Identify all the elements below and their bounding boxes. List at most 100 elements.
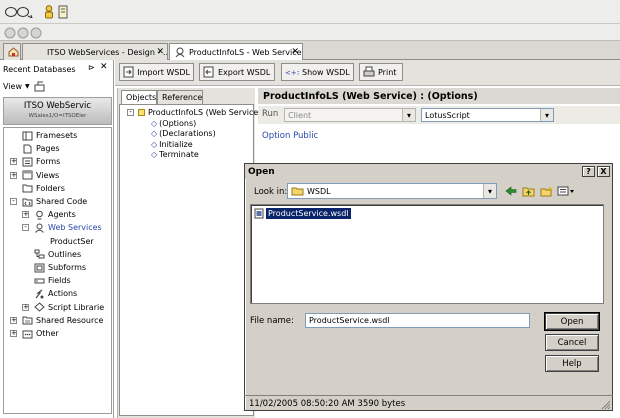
object-tree-item[interactable]: ◇ Initialize <box>151 139 193 150</box>
nav-item-label: Outlines <box>48 249 82 259</box>
run-label: Run <box>262 109 279 119</box>
dialog-close-button[interactable]: X <box>597 166 610 177</box>
nav-item[interactable]: + Agents <box>22 208 76 221</box>
button-label: Show WSDL <box>302 67 350 77</box>
collapse-icon[interactable]: - <box>22 224 29 232</box>
button-label: Import WSDL <box>137 67 190 77</box>
show-wsdl-button[interactable]: <+> Show WSDL <box>281 63 354 81</box>
file-item[interactable]: ProductService.wsdl <box>254 207 351 219</box>
nav-item-label: Script Librarie <box>48 302 105 312</box>
wsdl-file-icon <box>254 208 264 218</box>
nav-item-label: Actions <box>48 289 78 299</box>
tab-label: Objects <box>126 93 157 102</box>
pin-icon[interactable]: ⊳ <box>88 63 95 72</box>
nav-item[interactable]: Framesets <box>22 129 77 142</box>
print-button[interactable]: Print <box>359 63 403 81</box>
nav-item[interactable]: + Views <box>10 169 59 182</box>
tab-design[interactable]: ITSO WebServices - Design - ... ✕ <box>22 43 168 60</box>
expand-icon[interactable]: + <box>10 158 17 166</box>
language-select[interactable]: LotusScript ▾ <box>421 108 554 122</box>
up-folder-button[interactable] <box>520 184 536 198</box>
expand-icon[interactable]: + <box>22 303 29 311</box>
dropdown-arrow-icon: ▾ <box>402 109 415 121</box>
close-icon[interactable]: ✕ <box>156 47 164 57</box>
file-name: ProductService.wsdl <box>266 207 351 219</box>
tab-reference[interactable]: Reference <box>157 90 203 104</box>
nav-item[interactable]: ProductSer <box>46 235 94 248</box>
nav-item[interactable]: - Shared Code <box>10 195 88 208</box>
nav-item-label: Agents <box>48 210 76 220</box>
help-button[interactable]: Help <box>545 355 599 372</box>
nav-item[interactable]: Subforms <box>34 261 86 274</box>
nav-item[interactable]: Actions <box>34 287 77 300</box>
file-name-input[interactable] <box>305 313 530 328</box>
script-event-icon: ◇ <box>151 150 158 159</box>
tab-web-service[interactable]: ProductInfoLS - Web Service ✕ <box>169 43 303 61</box>
object-tree-item[interactable]: ◇ (Options) <box>151 118 196 129</box>
new-folder-icon[interactable] <box>34 81 46 92</box>
svg-text:<+>: <+> <box>285 69 299 77</box>
person-icon[interactable] <box>44 5 54 19</box>
field-icon <box>34 278 45 284</box>
nav-item[interactable]: Outlines <box>34 248 81 261</box>
view-menu[interactable]: View ▼ <box>0 78 113 94</box>
help-question-button[interactable]: ? <box>582 166 595 177</box>
notepad-icon[interactable] <box>58 5 68 19</box>
expand-icon[interactable]: + <box>10 316 17 324</box>
collapse-icon[interactable]: - <box>10 198 17 205</box>
cancel-button[interactable]: Cancel <box>545 334 599 351</box>
object-tree-item[interactable]: - ProductInfoLS (Web Service <box>127 107 258 118</box>
button-label: Export WSDL <box>218 67 271 77</box>
tab-objects[interactable]: Objects <box>121 90 157 104</box>
web-service-icon <box>175 47 185 58</box>
nav-item[interactable]: Pages <box>22 142 60 155</box>
import-wsdl-button[interactable]: Import WSDL <box>119 63 194 81</box>
resize-grip-icon[interactable] <box>600 399 611 410</box>
nav-item[interactable]: + Script Librarie <box>22 301 105 314</box>
nav-item-label: Shared Resource <box>36 315 104 325</box>
script-event-icon: ◇ <box>151 129 158 138</box>
nav-item-label: Forms <box>36 157 61 167</box>
expand-icon[interactable]: + <box>10 330 17 337</box>
expand-icon[interactable]: + <box>22 211 29 219</box>
home-tab[interactable] <box>3 43 21 60</box>
nav-item[interactable]: + Shared Resource <box>10 314 104 327</box>
export-wsdl-button[interactable]: Export WSDL <box>199 63 275 81</box>
open-button[interactable]: Open <box>544 312 600 331</box>
new-folder-button[interactable] <box>538 184 554 198</box>
import-icon <box>123 66 134 78</box>
form-icon <box>22 157 33 167</box>
chat-bubbles-icon[interactable] <box>4 6 40 18</box>
frameset-icon <box>22 131 33 140</box>
look-in-select[interactable]: WSDL ▾ <box>287 183 497 199</box>
panel-header: Recent Databases ⊳ ✕ <box>0 61 113 77</box>
back-button[interactable] <box>503 184 519 198</box>
code-line: Option Public <box>262 131 319 141</box>
database-name: ITSO WebServic <box>23 101 92 111</box>
nav-item[interactable]: + Other <box>10 327 59 340</box>
shared-code-icon <box>22 198 33 206</box>
nav-item[interactable]: - Web Services <box>22 221 102 234</box>
nav-buttons-icon[interactable] <box>4 27 48 39</box>
object-tree-item[interactable]: ◇ (Declarations) <box>151 128 216 139</box>
collapse-icon[interactable]: - <box>127 109 134 116</box>
folder-icon <box>22 184 33 193</box>
nav-item-label: Pages <box>36 144 60 154</box>
file-list[interactable] <box>250 204 604 304</box>
close-icon[interactable]: ✕ <box>100 62 108 72</box>
view-menu-button[interactable] <box>556 184 576 198</box>
nav-item[interactable]: + Forms <box>10 155 61 168</box>
nav-item[interactable]: Fields <box>34 274 71 287</box>
database-header[interactable]: ITSO WebServic WSales1/O=ITSOEler <box>3 97 112 125</box>
object-tree-item[interactable]: ◇ Terminate <box>151 149 199 160</box>
action-icon <box>35 289 44 299</box>
expand-icon[interactable]: + <box>10 171 17 179</box>
nav-item-label: Shared Code <box>36 197 88 206</box>
dialog-title-bar[interactable]: Open <box>245 164 612 179</box>
close-icon[interactable]: ✕ <box>291 47 299 57</box>
dropdown-arrow-icon: ▾ <box>483 184 496 198</box>
view-icon <box>22 170 33 180</box>
run-select[interactable]: Client ▾ <box>284 108 416 122</box>
nav-item[interactable]: Folders <box>22 182 65 195</box>
dialog-status-bar: 11/02/2005 08:50:20 AM 3590 bytes <box>244 395 613 411</box>
